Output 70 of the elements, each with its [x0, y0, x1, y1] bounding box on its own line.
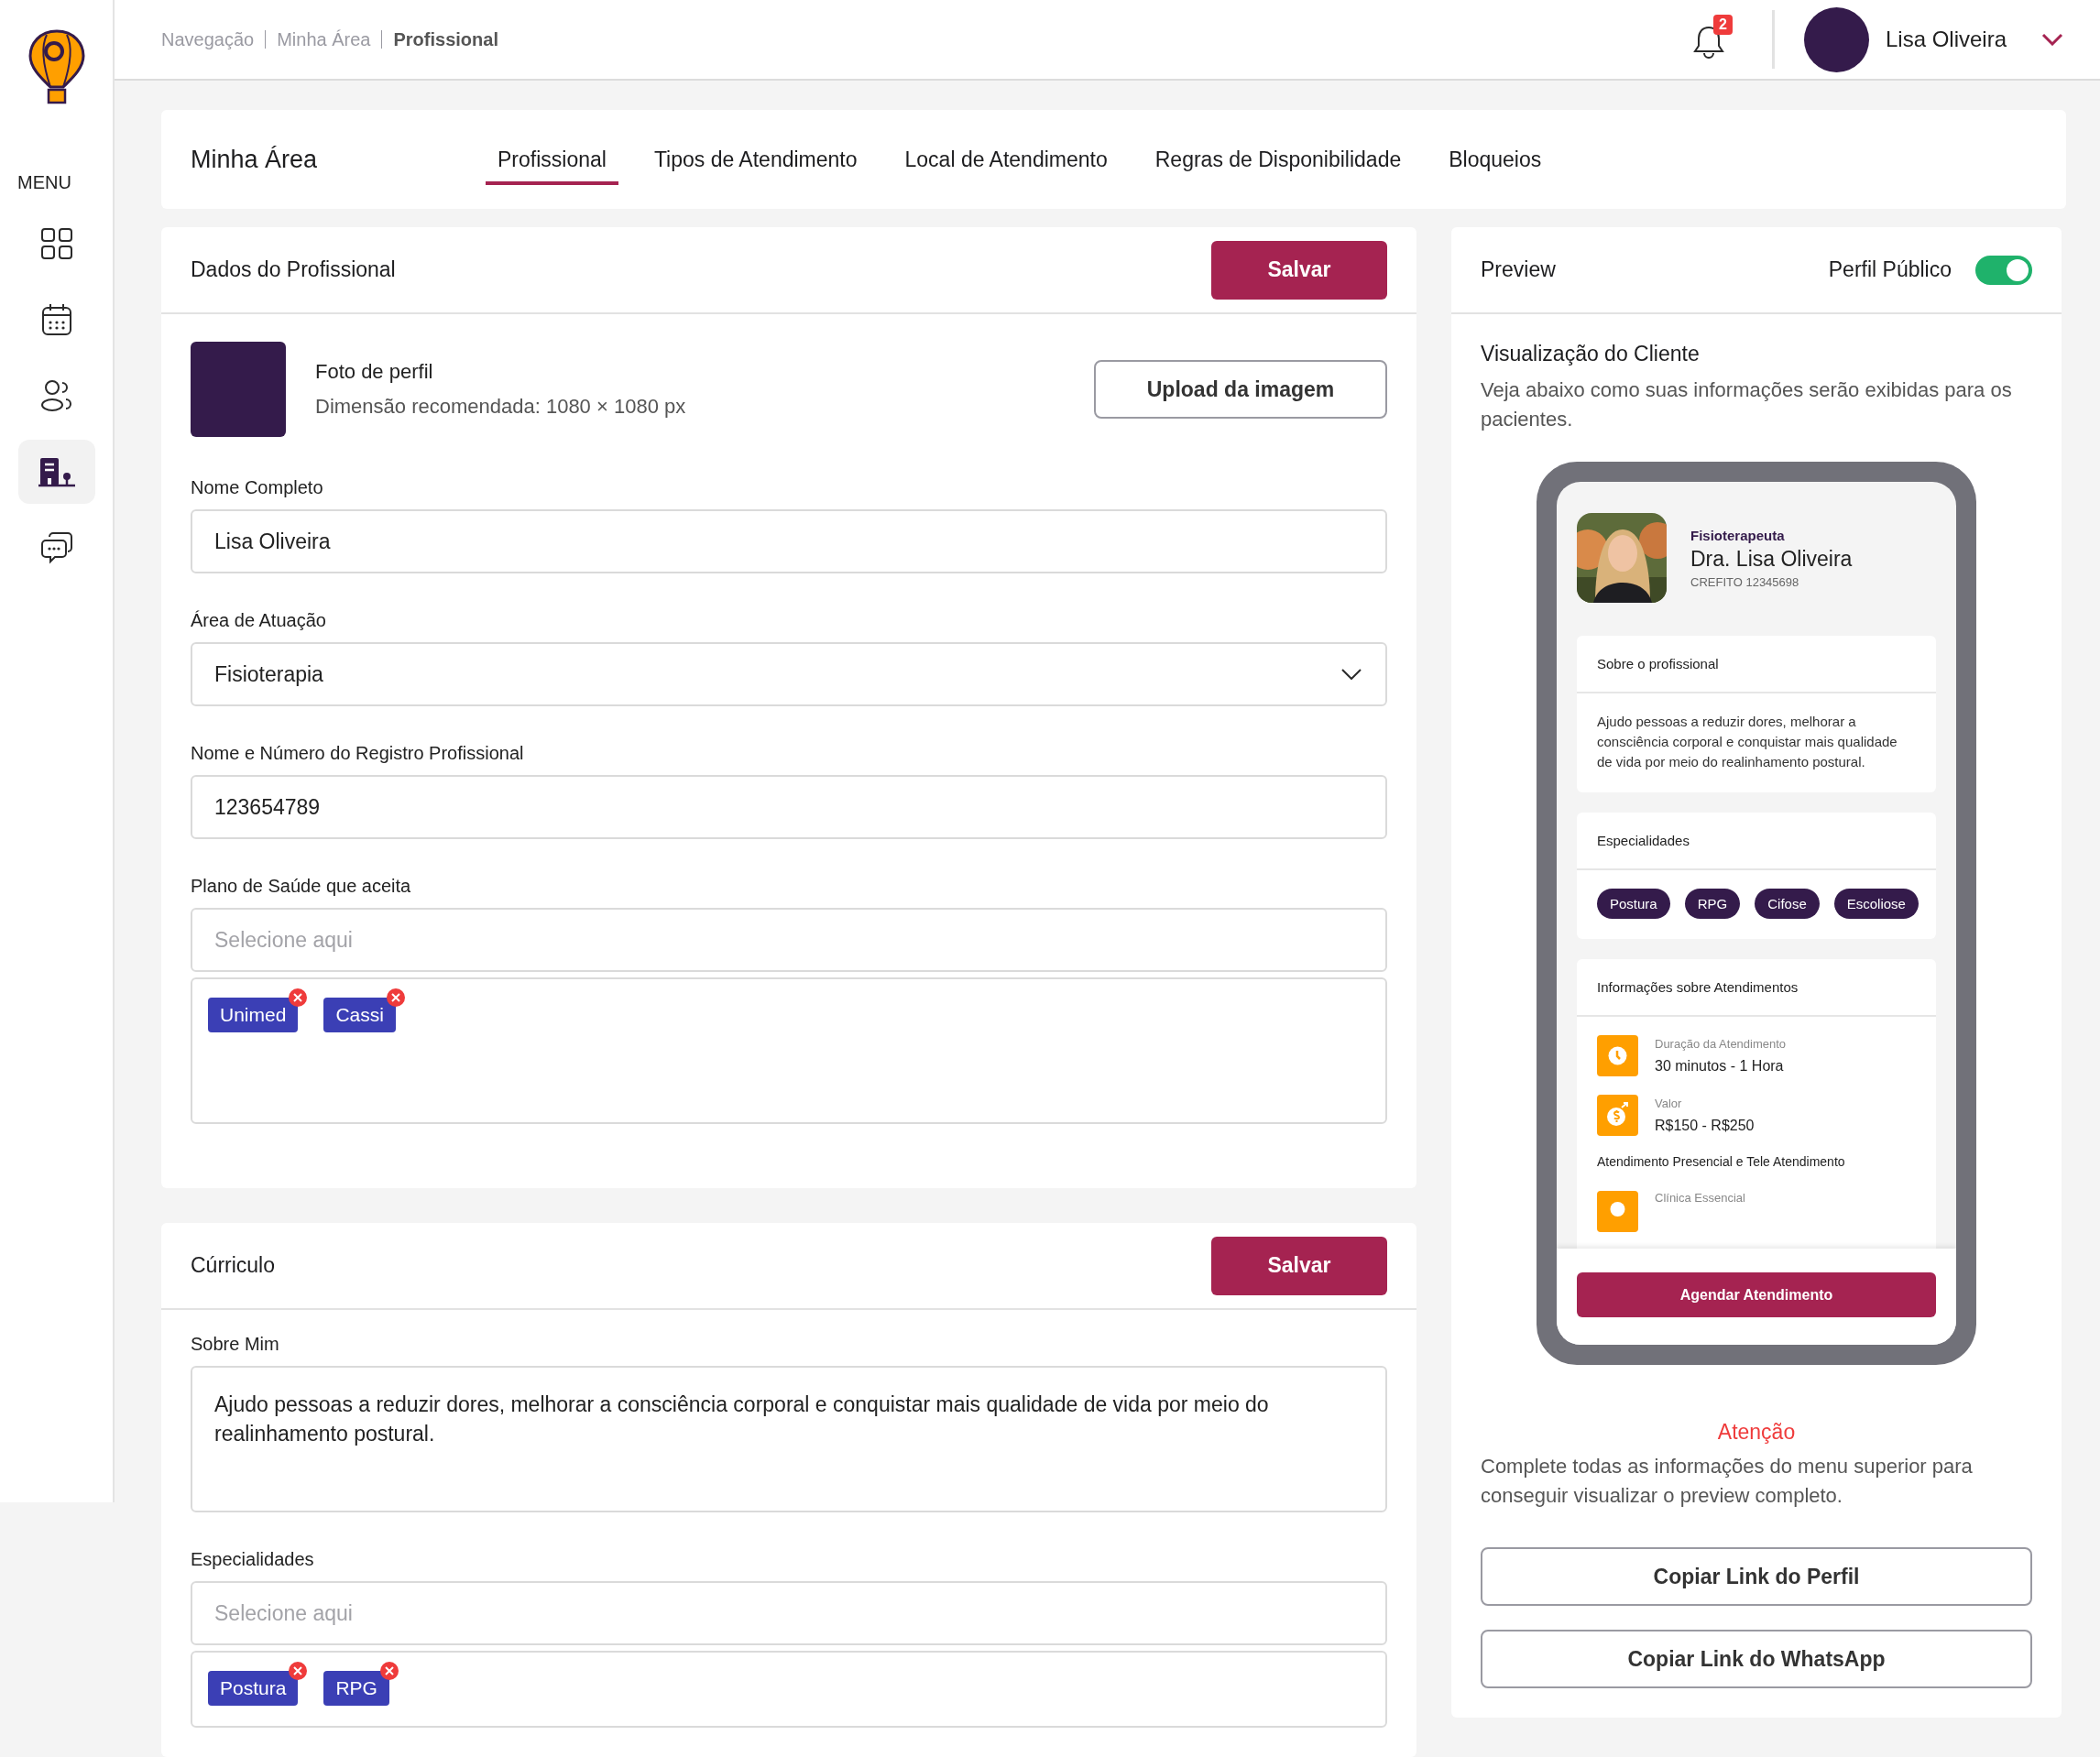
tab[interactable]: Profissional: [486, 134, 618, 185]
tab[interactable]: Local de Atendimento: [892, 134, 1120, 185]
text-field[interactable]: Lisa Oliveira: [191, 509, 1387, 573]
info-value: R$150 - R$250: [1655, 1118, 1755, 1134]
card-title: Dados do Profissional: [191, 257, 396, 282]
info-label: Valor: [1655, 1097, 1683, 1110]
info-value: 30 minutos - 1 Hora: [1655, 1058, 1785, 1075]
card-title: Sobre o profissional: [1577, 636, 1936, 693]
money-icon: [1597, 1095, 1638, 1136]
save-button[interactable]: Salvar: [1211, 240, 1387, 300]
card-title: Preview: [1481, 257, 1556, 282]
notification-button[interactable]: 2: [1692, 16, 1735, 62]
text-field[interactable]: 123654789: [191, 775, 1387, 839]
field-label: Nome e Número do Registro Profissional: [191, 743, 525, 764]
remove-icon[interactable]: [379, 1662, 399, 1680]
public-profile-toggle[interactable]: [1975, 255, 2032, 285]
copy-link-button[interactable]: Copiar Link do WhatsApp: [1481, 1630, 2032, 1688]
tab[interactable]: Bloqueios: [1437, 134, 1554, 185]
field-label: Área de Atuação: [191, 610, 327, 631]
select-field[interactable]: Fisioterapia: [191, 642, 1387, 706]
users-icon: [39, 379, 73, 412]
info-subtitle: Atendimento Presencial e Tele Atendimento: [1597, 1154, 1846, 1169]
grid-icon: [39, 227, 73, 260]
save-button[interactable]: Salvar: [1211, 1236, 1387, 1295]
field-label: Sobre Mim: [191, 1334, 280, 1355]
field-label: Especialidades: [191, 1549, 315, 1570]
textarea-field[interactable]: Ajudo pessoas a reduzir dores, melhorar a consciência corporal e conquistar mais qualidade de vida por meio do realinhamento postural.: [191, 1366, 1387, 1512]
card-title: Informações sobre Atendimentos: [1577, 959, 1936, 1017]
chevron-down-icon: [2041, 33, 2063, 46]
remove-icon[interactable]: [289, 1662, 308, 1680]
remove-icon[interactable]: [386, 988, 405, 1007]
clock-icon: [1597, 1035, 1638, 1076]
photo-hint: Dimensão recomendada: 1080 × 1080 px: [315, 395, 687, 419]
chat-icon: [39, 531, 73, 564]
registry-text: CREFITO 12345698: [1690, 574, 1800, 589]
tab[interactable]: Tipos de Atendimento: [641, 134, 870, 185]
tab[interactable]: Regras de Disponibilidade: [1143, 134, 1414, 185]
profession-text: Fisioterapeuta: [1690, 527, 1786, 543]
specialty-chip: Postura: [1597, 889, 1670, 919]
warning-title: Atenção: [1716, 1420, 1797, 1445]
notification-badge: 2: [1712, 15, 1733, 35]
user-menu[interactable]: Lisa Oliveira: [1803, 6, 2063, 72]
card-title: Cúrriculo: [191, 1253, 276, 1278]
about-text: Ajudo pessoas a reduzir dores, melhorar a consciência corporal e conquistar mais qualidade de vida por meio do realinhamento postural.: [1597, 713, 1898, 771]
section-title: Visualização do Cliente: [1481, 342, 1701, 366]
field-label: Nome Completo: [191, 477, 324, 498]
pin-icon: [1597, 1191, 1638, 1232]
photo-title: Foto de perfil: [315, 360, 434, 384]
section-description: Veja abaixo como suas informações serão exibidas para os pacientes.: [1481, 377, 2013, 432]
calendar-icon: [40, 303, 72, 336]
specialty-chip: Escoliose: [1833, 889, 1919, 919]
sidebar-item[interactable]: [17, 440, 95, 504]
specialty-chip: RPG: [1684, 889, 1741, 919]
chevron-down-icon: [1341, 669, 1362, 680]
upload-button[interactable]: Upload da imagem: [1094, 360, 1387, 419]
toggle-label: Perfil Público: [1828, 257, 1952, 282]
menu-label: MENU: [16, 172, 71, 193]
professional-name: Dra. Lisa Oliveira: [1690, 546, 1853, 572]
warning-text: Complete todas as informações do menu superior para conseguir visualizar o preview completo.: [1481, 1454, 1974, 1509]
page-title: Minha Área: [191, 145, 319, 174]
info-label: Clínica Essencial: [1655, 1191, 1745, 1205]
copy-link-button[interactable]: Copiar Link do Perfil: [1481, 1547, 2032, 1606]
specialty-chip: Cifose: [1755, 889, 1820, 919]
schedule-button[interactable]: Agendar Atendimento: [1577, 1272, 1936, 1317]
breadcrumb-link[interactable]: Profissional: [381, 30, 509, 49]
field-label: Plano de Saúde que aceita: [191, 876, 412, 897]
card-title: Especialidades: [1577, 813, 1936, 870]
info-label: Duração da Atendimento: [1655, 1037, 1787, 1051]
remove-icon[interactable]: [289, 988, 308, 1007]
building-icon: [38, 456, 75, 487]
